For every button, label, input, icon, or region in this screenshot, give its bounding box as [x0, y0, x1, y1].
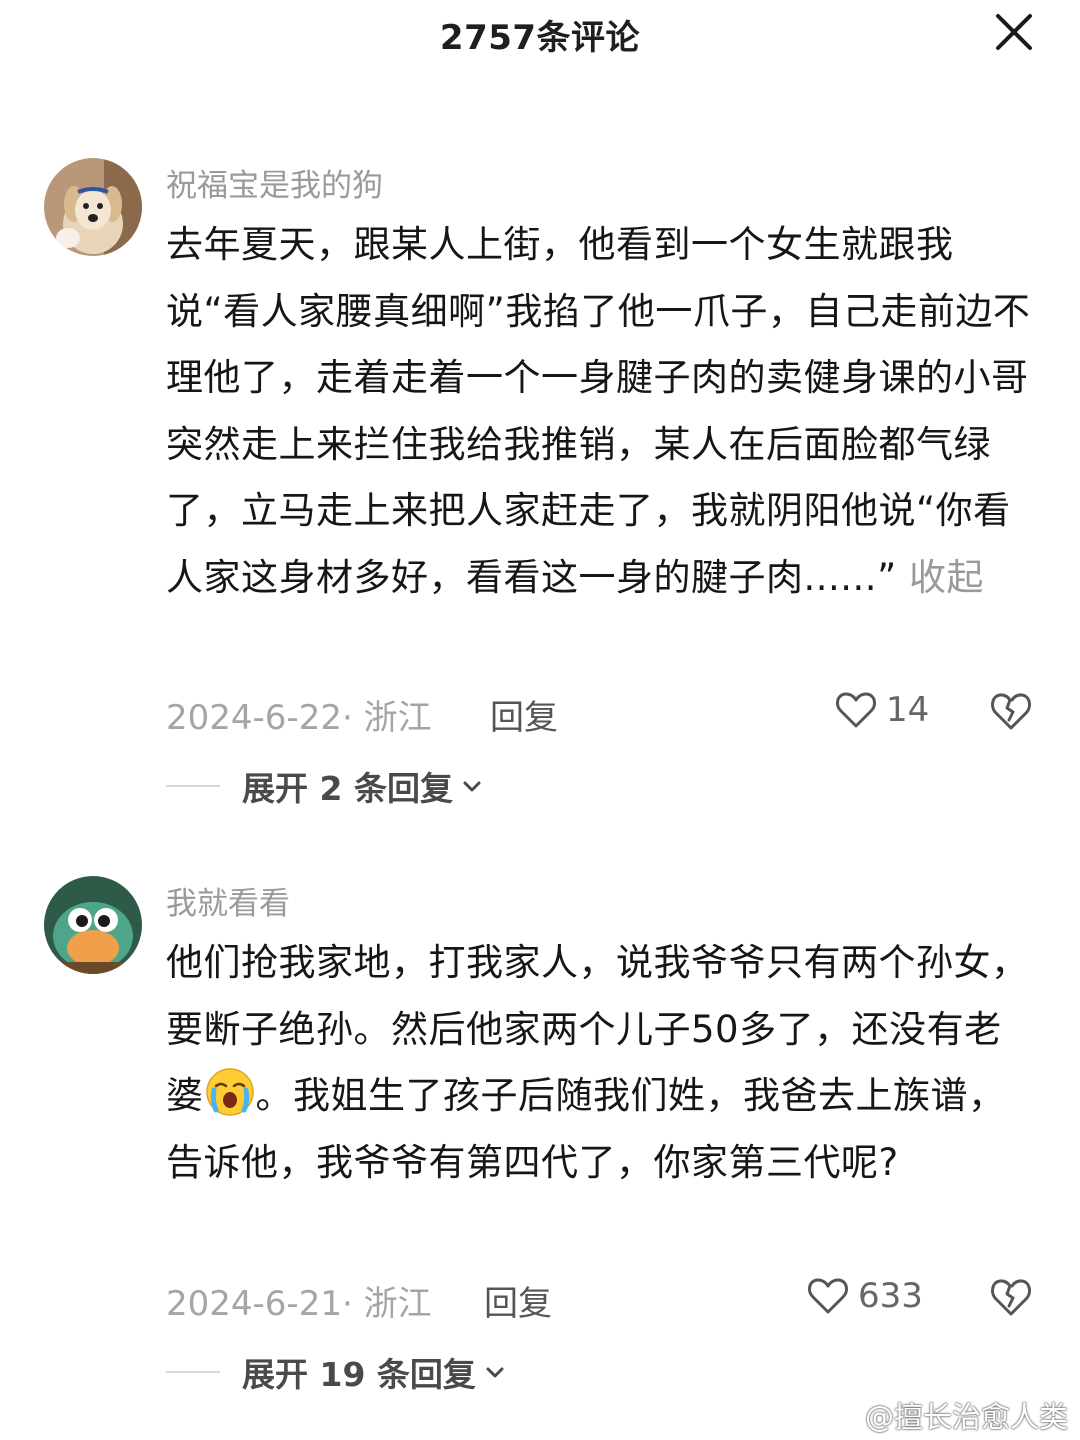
dislike-button[interactable] — [988, 1274, 1034, 1320]
expand-replies-label: 展开 2 条回复 — [242, 769, 453, 808]
watermark-text: @擅长治愈人类 — [864, 1400, 1068, 1434]
crying-face-emoji-icon — [205, 1068, 254, 1116]
close-button[interactable] — [992, 10, 1036, 54]
username[interactable]: 我就看看 — [166, 878, 290, 923]
reply-button[interactable]: 回复 — [490, 690, 558, 739]
comment-date-location: 2024-6-22· 浙江 — [166, 698, 432, 738]
expand-replies-button[interactable]: 展开 2 条回复 — [166, 762, 483, 810]
comments-header: 2757条评论 — [0, 0, 1080, 62]
expand-replies-label: 展开 19 条回复 — [242, 1355, 476, 1394]
watermark: @擅长治愈人类 — [827, 1394, 1068, 1436]
broken-heart-icon — [991, 693, 1031, 730]
close-icon — [996, 14, 1032, 50]
comment-text: 去年夏天，跟某人上街，他看到一个女生就跟我说“看人家腰真细啊”我掐了他一爪子，自… — [166, 212, 1036, 611]
comment-body: 去年夏天，跟某人上街，他看到一个女生就跟我说“看人家腰真细啊”我掐了他一爪子，自… — [166, 223, 1031, 599]
broken-heart-icon — [991, 1279, 1031, 1316]
comment-text: 他们抢我家地，打我家人，说我爷爷只有两个孙女，要断子绝孙。然后他家两个儿子50多… — [166, 930, 1036, 1196]
heart-icon — [836, 692, 876, 728]
chevron-down-icon — [463, 781, 481, 792]
avatar[interactable] — [44, 158, 142, 256]
username[interactable]: 祝福宝是我的狗 — [166, 160, 383, 205]
avatar[interactable] — [44, 876, 142, 974]
like-count: 14 — [886, 690, 930, 730]
like-button[interactable]: 633 — [806, 1274, 923, 1318]
comment-body-part2: 。我姐生了孩子后随我们姓，我爸去上族谱，告诉他，我爷爷有第四代了，你家第三代呢? — [166, 1074, 1006, 1184]
like-button[interactable]: 14 — [834, 688, 929, 732]
collapse-link[interactable]: 收起 — [909, 556, 984, 599]
cartoon-avatar-icon — [44, 876, 142, 974]
dog-avatar-icon — [44, 158, 142, 256]
dislike-button[interactable] — [988, 688, 1034, 734]
chevron-down-icon — [486, 1367, 504, 1378]
like-count: 633 — [858, 1276, 923, 1316]
weibo-logo-icon — [827, 1403, 860, 1429]
comment-count-title: 2757条评论 — [439, 18, 641, 58]
divider-line — [166, 1371, 220, 1373]
divider-line — [166, 785, 220, 787]
comment-date-location: 2024-6-21· 浙江 — [166, 1284, 432, 1324]
heart-icon — [808, 1278, 848, 1314]
reply-button[interactable]: 回复 — [484, 1276, 552, 1325]
expand-replies-button[interactable]: 展开 19 条回复 — [166, 1348, 506, 1396]
